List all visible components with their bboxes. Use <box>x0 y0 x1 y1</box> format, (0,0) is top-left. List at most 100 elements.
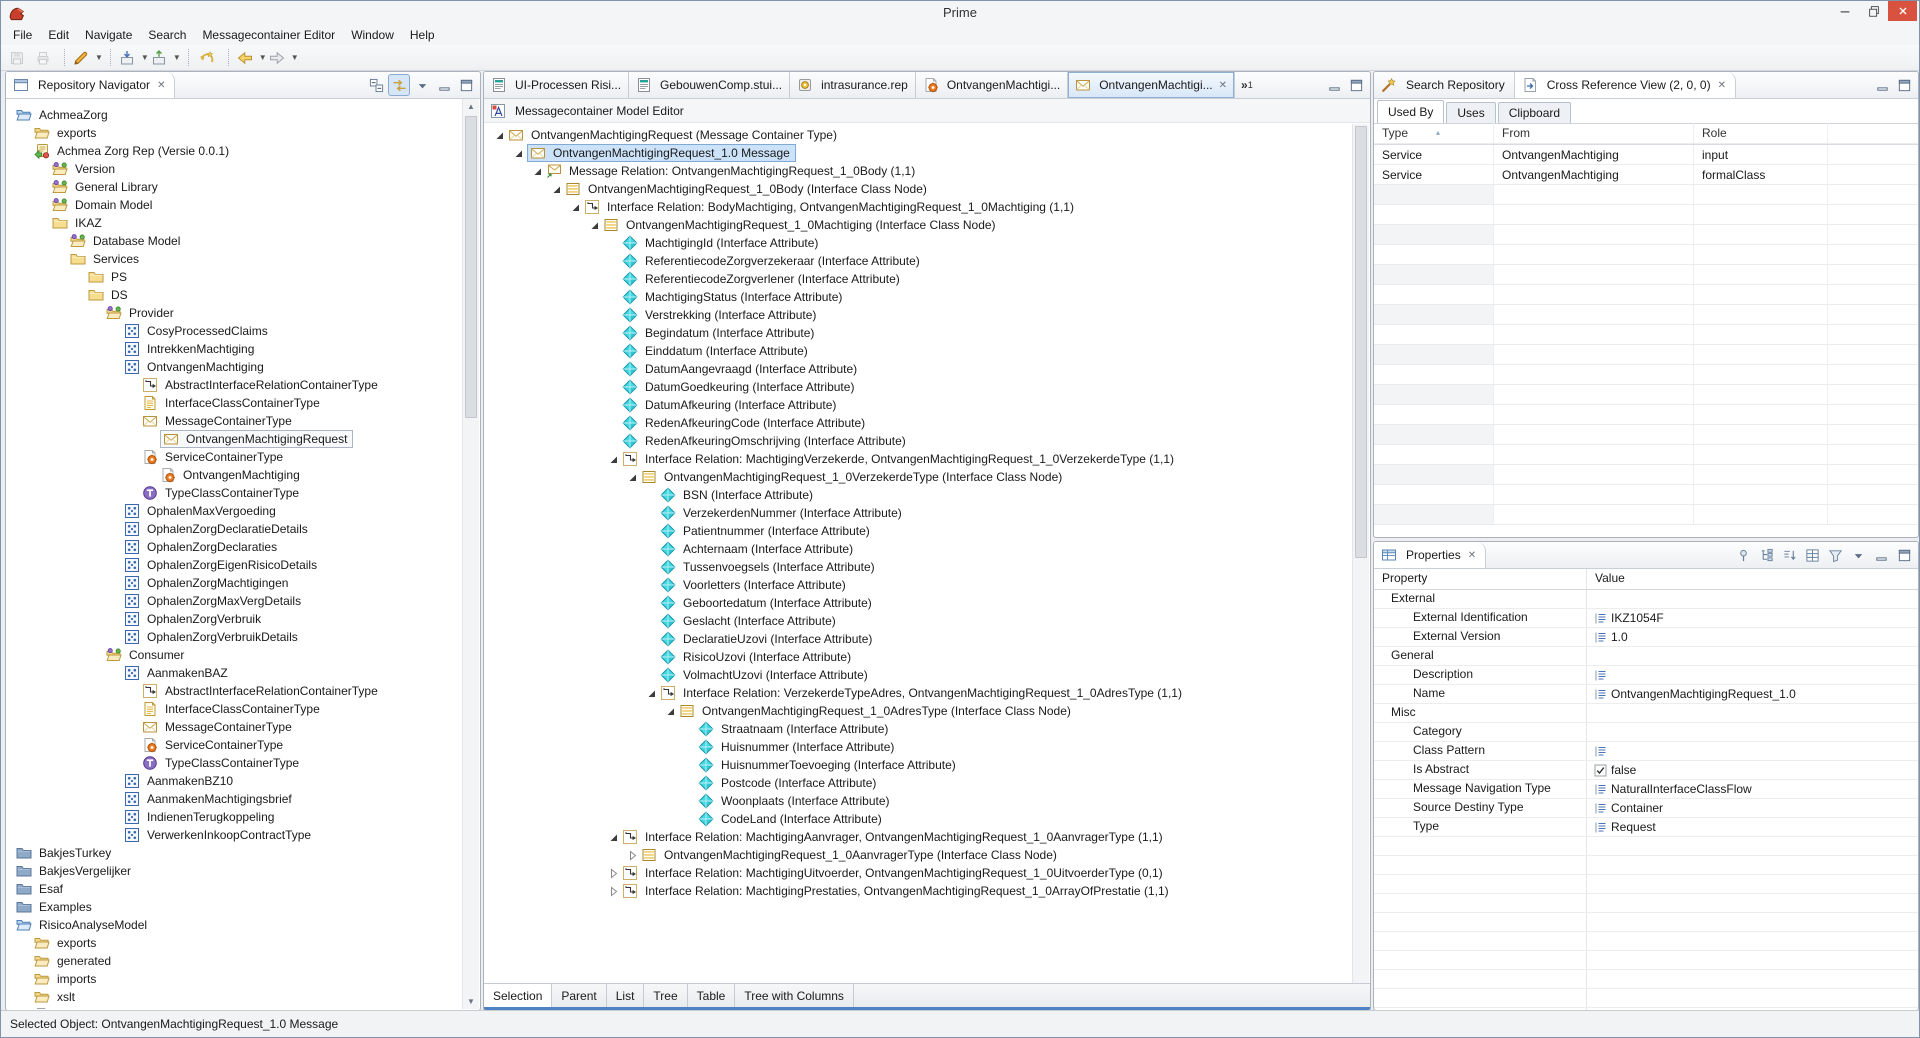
properties-grid-button[interactable] <box>1802 545 1822 565</box>
tab-properties[interactable]: Properties ✕ <box>1374 542 1486 568</box>
property-value[interactable] <box>1587 666 1918 684</box>
editor-tree-item[interactable]: Interface Relation: MachtigingPrestaties… <box>484 882 1353 900</box>
editor-tree-item[interactable]: CodeLand (Interface Attribute) <box>484 810 1353 828</box>
editor-tree-item[interactable]: OntvangenMachtigingRequest_1_0Machtiging… <box>484 216 1353 234</box>
expander-open-icon[interactable] <box>608 454 619 465</box>
editor-tree-item[interactable]: Straatnaam (Interface Attribute) <box>484 720 1353 738</box>
scrollbar-thumb[interactable] <box>465 116 477 418</box>
editor-tree-item[interactable]: Tussenvoegsels (Interface Attribute) <box>484 558 1353 576</box>
repo-tree-item[interactable]: AchmeaZorg <box>6 106 463 124</box>
repo-tree-item[interactable]: Examples <box>6 898 463 916</box>
repo-tree-item[interactable]: TypeClassContainerType <box>6 484 463 502</box>
repo-tree-item[interactable]: Achmea Zorg Rep (Versie 0.0.1) <box>6 142 463 160</box>
repo-tree-item[interactable]: BakjesVergelijker <box>6 862 463 880</box>
window-restore-button[interactable] <box>1859 1 1888 21</box>
editor-tab[interactable]: OntvangenMachtigi... <box>916 72 1068 98</box>
editor-tree-item[interactable]: Einddatum (Interface Attribute) <box>484 342 1353 360</box>
editor-tab[interactable]: intrasurance.rep <box>790 72 916 98</box>
property-row[interactable]: Misc <box>1374 704 1918 723</box>
repo-tree-selected-item[interactable]: OntvangenMachtigingRequest <box>160 430 353 448</box>
property-row[interactable]: TypeRequest <box>1374 818 1918 837</box>
editor-tree-item[interactable]: ReferentiecodeZorgverlener (Interface At… <box>484 270 1353 288</box>
repo-tree-item[interactable]: IntrekkenMachtiging <box>6 340 463 358</box>
editor-tab[interactable]: GebouwenComp.stui... <box>629 72 790 98</box>
editor-tree-item[interactable]: Huisnummer (Interface Attribute) <box>484 738 1353 756</box>
column-header-type[interactable]: Type▴ <box>1374 123 1494 144</box>
export-box-button[interactable]: ▼ <box>151 47 181 69</box>
dropdown-arrow-icon[interactable]: ▼ <box>141 54 149 62</box>
tab-search-repository[interactable]: Search Repository <box>1374 72 1515 98</box>
expander-closed-icon[interactable] <box>608 886 619 897</box>
editor-tree-item[interactable]: Interface Relation: MachtigingAanvrager,… <box>484 828 1353 846</box>
editor-tree-item[interactable]: RedenAfkeuringCode (Interface Attribute) <box>484 414 1353 432</box>
editor-tree-item[interactable]: DatumAfkeuring (Interface Attribute) <box>484 396 1353 414</box>
nav-forward-button[interactable]: ▼ <box>269 47 299 69</box>
property-row[interactable]: External <box>1374 590 1918 609</box>
repo-tree-item[interactable]: IKAZ <box>6 214 463 232</box>
editor-page-tab-tree-with-columns[interactable]: Tree with Columns <box>735 984 854 1007</box>
save-button[interactable] <box>7 47 31 69</box>
property-value[interactable] <box>1587 647 1918 665</box>
menu-item-messagecontainer-editor[interactable]: Messagecontainer Editor <box>194 25 343 45</box>
menu-item-navigate[interactable]: Navigate <box>77 25 140 45</box>
maximize-editor-button[interactable] <box>1346 75 1366 95</box>
scroll-down-icon[interactable]: ▼ <box>463 994 479 1009</box>
link-with-editor-button[interactable] <box>388 74 410 96</box>
column-header-role[interactable]: Role <box>1694 123 1828 144</box>
editor-tree-item[interactable]: HuisnummerToevoeging (Interface Attribut… <box>484 756 1353 774</box>
repo-tree-item[interactable]: OphalenZorgDeclaratieDetails <box>6 520 463 538</box>
repo-tree-item[interactable]: Version <box>6 160 463 178</box>
editor-tree-item[interactable]: RisicoUzovi (Interface Attribute) <box>484 648 1353 666</box>
expander-open-icon[interactable] <box>646 688 657 699</box>
editor-page-tab-selection[interactable]: Selection <box>484 984 552 1007</box>
repo-tree-item[interactable]: DS <box>6 286 463 304</box>
repo-tree-item[interactable]: Esaf <box>6 880 463 898</box>
repo-tree-item[interactable]: MessageContainerType <box>6 718 463 736</box>
repo-tree-item[interactable]: MessageContainerType <box>6 412 463 430</box>
editor-tree-item[interactable]: Interface Relation: MachtigingVerzekerde… <box>484 450 1353 468</box>
editor-page-tab-parent[interactable]: Parent <box>552 984 606 1007</box>
repo-tree-item[interactable]: exports <box>6 124 463 142</box>
repo-tree-item[interactable]: AbstractInterfaceRelationContainerType <box>6 376 463 394</box>
editor-tab[interactable]: OntvangenMachtigi...✕ <box>1068 72 1235 98</box>
property-row[interactable]: General <box>1374 647 1918 666</box>
collapse-all-button[interactable] <box>366 75 386 95</box>
expander-open-icon[interactable] <box>665 706 676 717</box>
editor-tree-item[interactable]: Begindatum (Interface Attribute) <box>484 324 1353 342</box>
editor-tree-item[interactable]: Interface Relation: BodyMachtiging, Ontv… <box>484 198 1353 216</box>
expander-open-icon[interactable] <box>570 202 581 213</box>
repo-tree-item[interactable]: OphalenZorgMachtigingen <box>6 574 463 592</box>
subtab-clipboard[interactable]: Clipboard <box>1498 102 1571 123</box>
pen-button[interactable]: ▼ <box>73 47 103 69</box>
window-minimize-button[interactable] <box>1830 1 1859 21</box>
repo-tree-item[interactable]: Consumer <box>6 646 463 664</box>
close-icon[interactable]: ✕ <box>1718 80 1726 91</box>
repo-tree-item[interactable]: BakjesTurkey <box>6 844 463 862</box>
property-row[interactable]: Is Abstractfalse <box>1374 761 1918 780</box>
property-row[interactable]: Category <box>1374 723 1918 742</box>
editor-tree-item[interactable]: OntvangenMachtigingRequest_1_0Body (Inte… <box>484 180 1353 198</box>
minimize-view-button[interactable] <box>1871 545 1891 565</box>
repo-tree-item[interactable]: Services <box>6 250 463 268</box>
editor-tree-item[interactable]: Geslacht (Interface Attribute) <box>484 612 1353 630</box>
back-star-button[interactable] <box>197 47 221 69</box>
properties-tree-button[interactable] <box>1756 545 1776 565</box>
maximize-view-button[interactable] <box>1894 545 1914 565</box>
repo-tree-item[interactable]: AanmakenBZ10 <box>6 772 463 790</box>
property-row[interactable]: Message Navigation TypeNaturalInterfaceC… <box>1374 780 1918 799</box>
repo-tree-item[interactable]: generated <box>6 952 463 970</box>
expander-open-icon[interactable] <box>608 832 619 843</box>
menu-item-edit[interactable]: Edit <box>40 25 77 45</box>
editor-tree-item[interactable]: Verstrekking (Interface Attribute) <box>484 306 1353 324</box>
editor-tree-item[interactable]: ReferentiecodeZorgverzekeraar (Interface… <box>484 252 1353 270</box>
window-close-button[interactable] <box>1888 1 1917 21</box>
editor-tree-item[interactable]: DeclaratieUzovi (Interface Attribute) <box>484 630 1353 648</box>
property-value[interactable]: Request <box>1587 818 1918 836</box>
repo-tree-item[interactable]: IndienenTerugkoppeling <box>6 808 463 826</box>
editor-tree-item[interactable]: DatumGoedkeuring (Interface Attribute) <box>484 378 1353 396</box>
repo-tree-item[interactable]: General Library <box>6 178 463 196</box>
editor-tree-item[interactable]: Woonplaats (Interface Attribute) <box>484 792 1353 810</box>
dropdown-arrow-icon[interactable]: ▼ <box>173 54 181 62</box>
editor-tree-item[interactable]: Geboortedatum (Interface Attribute) <box>484 594 1353 612</box>
repo-tree-item[interactable]: OntvangenMachtigingRequest <box>6 430 463 448</box>
